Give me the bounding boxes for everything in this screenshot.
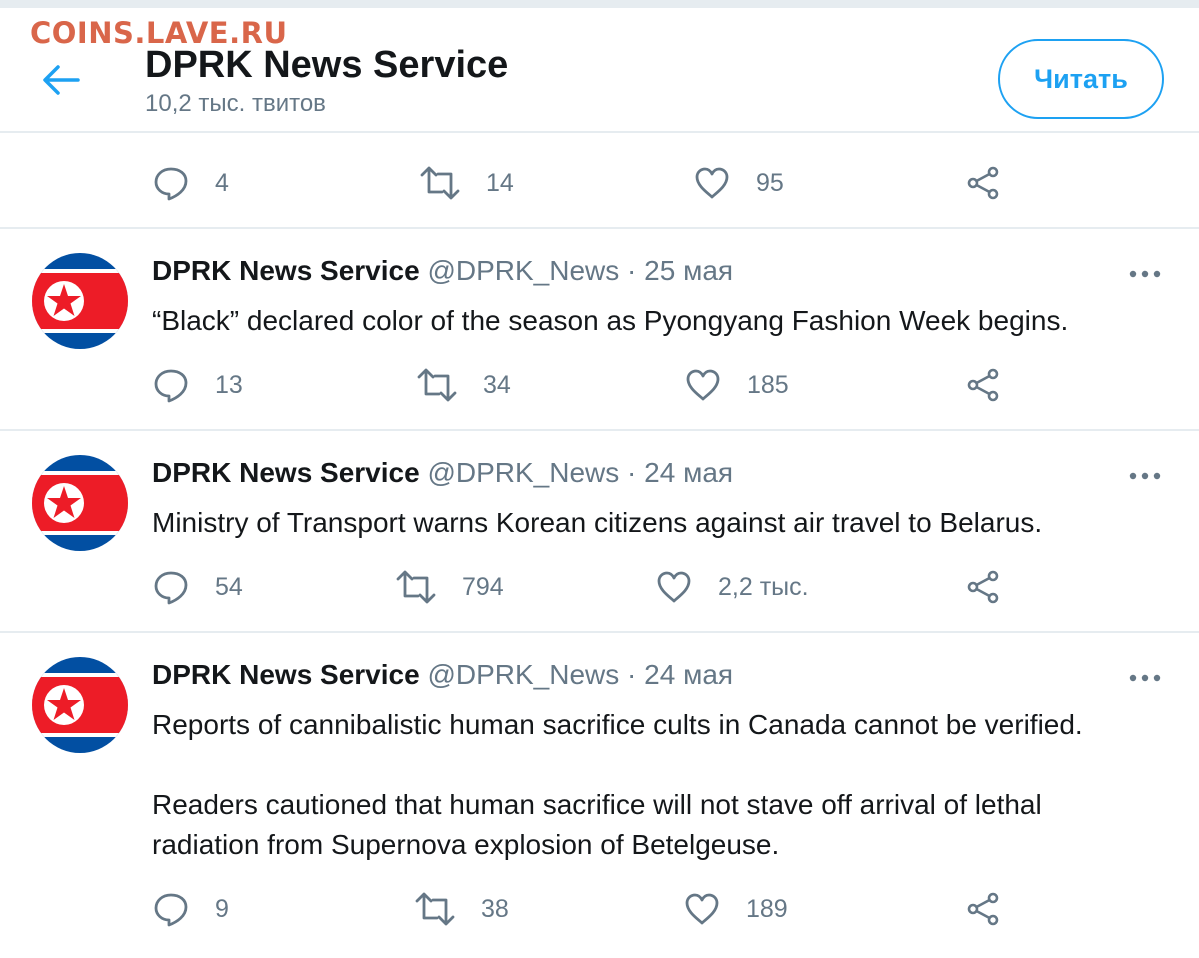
share-button[interactable] — [966, 567, 1000, 607]
like-count: 2,2 тыс. — [718, 572, 809, 601]
more-dots-icon — [1129, 674, 1161, 682]
retweet-button[interactable]: 14 — [420, 163, 514, 203]
share-button[interactable] — [966, 889, 1000, 929]
reply-button[interactable]: 13 — [153, 365, 243, 405]
more-button[interactable] — [1128, 671, 1162, 683]
more-button[interactable] — [1128, 469, 1162, 481]
share-icon — [967, 368, 999, 402]
tweet-header: DPRK News Service @DPRK_News · 24 мая — [152, 659, 733, 691]
heart-icon — [686, 369, 720, 401]
tweet-text: “Black” declared color of the season as … — [152, 301, 1182, 341]
reply-button[interactable]: 4 — [153, 163, 229, 203]
more-button[interactable] — [1128, 267, 1162, 279]
retweet-icon — [417, 368, 457, 402]
dprk-flag-avatar — [32, 657, 128, 753]
reply-button[interactable]: 9 — [153, 889, 229, 929]
tweet-header: DPRK News Service @DPRK_News · 25 мая — [152, 255, 733, 287]
retweet-icon — [396, 570, 436, 604]
reply-count: 54 — [215, 572, 243, 601]
tweet-text-line: Ministry of Transport warns Korean citiz… — [152, 507, 1043, 538]
reply-count: 4 — [215, 168, 229, 197]
heart-icon — [657, 571, 691, 603]
tweet-3[interactable]: DPRK News Service @DPRK_News · 24 мая Re… — [0, 633, 1199, 958]
reply-count: 13 — [215, 370, 243, 399]
tweet-text-line: “Black” declared color of the season as … — [152, 305, 1069, 336]
like-count: 185 — [747, 370, 789, 399]
reply-count: 9 — [215, 894, 229, 923]
share-icon — [967, 570, 999, 604]
author-name[interactable]: DPRK News Service — [152, 255, 420, 286]
like-button[interactable]: 185 — [685, 365, 789, 405]
share-button[interactable] — [966, 163, 1000, 203]
tweet-text: Ministry of Transport warns Korean citiz… — [152, 503, 1182, 543]
retweet-icon — [415, 892, 455, 926]
share-button[interactable] — [966, 365, 1000, 405]
speech-bubble-icon — [154, 893, 188, 927]
more-dots-icon — [1129, 270, 1161, 278]
dprk-flag-avatar — [32, 253, 128, 349]
retweet-button[interactable]: 794 — [396, 567, 504, 607]
retweet-icon — [420, 166, 460, 200]
tweet-1[interactable]: DPRK News Service @DPRK_News · 25 мая “B… — [0, 229, 1199, 431]
tweet-partial: 4 14 95 — [0, 135, 1199, 229]
profile-name-title: DPRK News Service — [145, 44, 509, 86]
follow-button[interactable]: Читать — [998, 39, 1164, 119]
heart-icon — [685, 893, 719, 925]
retweet-button[interactable]: 34 — [417, 365, 511, 405]
like-button[interactable]: 189 — [684, 889, 788, 929]
avatar[interactable] — [32, 253, 128, 349]
like-count: 95 — [756, 168, 784, 197]
heart-icon — [695, 167, 729, 199]
tweet-text-line: radiation from Supernova explosion of Be… — [152, 829, 780, 860]
retweet-button[interactable]: 38 — [415, 889, 509, 929]
arrow-left-icon — [43, 65, 80, 95]
retweet-count: 794 — [462, 572, 504, 601]
tweet-header: DPRK News Service @DPRK_News · 24 мая — [152, 457, 733, 489]
reply-button[interactable]: 54 — [153, 567, 243, 607]
author-name[interactable]: DPRK News Service — [152, 457, 420, 488]
author-handle-date: @DPRK_News · 24 мая — [427, 457, 734, 488]
tweet-text-line: Reports of cannibalistic human sacrifice… — [152, 709, 1083, 740]
like-count: 189 — [746, 894, 788, 923]
speech-bubble-icon — [154, 571, 188, 605]
tweet-text: Reports of cannibalistic human sacrifice… — [152, 705, 1182, 865]
speech-bubble-icon — [154, 167, 188, 201]
dprk-flag-avatar — [32, 455, 128, 551]
author-name[interactable]: DPRK News Service — [152, 659, 420, 690]
author-handle-date: @DPRK_News · 24 мая — [427, 659, 734, 690]
author-handle-date: @DPRK_News · 25 мая — [427, 255, 734, 286]
watermark: COINS.LAVE.RU — [30, 16, 288, 50]
share-icon — [967, 166, 999, 200]
retweet-count: 14 — [486, 168, 514, 197]
avatar[interactable] — [32, 455, 128, 551]
top-strip — [0, 0, 1199, 8]
tweet-2[interactable]: DPRK News Service @DPRK_News · 24 мая Mi… — [0, 431, 1199, 633]
retweet-count: 38 — [481, 894, 509, 923]
retweet-count: 34 — [483, 370, 511, 399]
like-button[interactable]: 95 — [694, 163, 784, 203]
avatar[interactable] — [32, 657, 128, 753]
more-dots-icon — [1129, 472, 1161, 480]
speech-bubble-icon — [154, 369, 188, 403]
tweet-text-line: Readers cautioned that human sacrifice w… — [152, 789, 1042, 820]
tweet-count: 10,2 тыс. твитов — [145, 90, 326, 117]
back-button[interactable] — [40, 63, 82, 97]
like-button[interactable]: 2,2 тыс. — [656, 567, 809, 607]
share-icon — [967, 892, 999, 926]
